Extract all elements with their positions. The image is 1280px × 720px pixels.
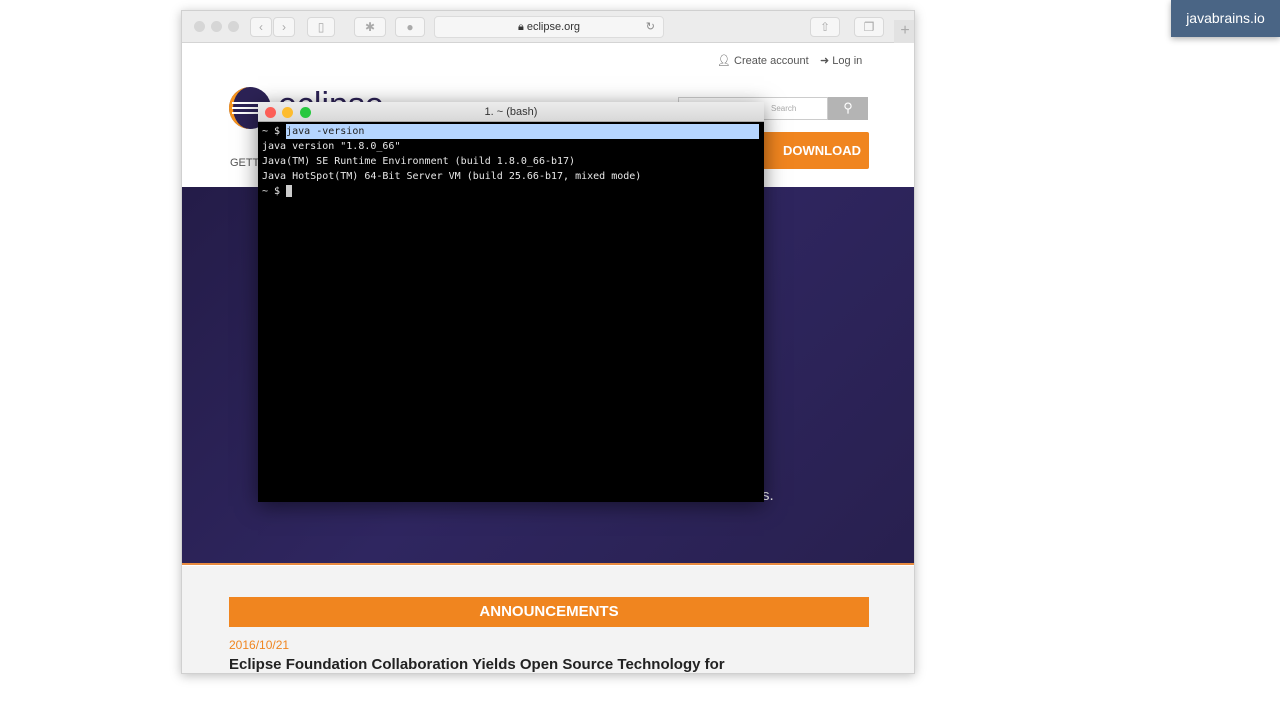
- log-in-link[interactable]: ➜ Log in: [820, 54, 862, 67]
- search-button[interactable]: ⚲: [828, 97, 868, 120]
- news-date: 2016/10/21: [229, 638, 290, 652]
- address-bar[interactable]: 🔒︎ eclipse.org ↻: [434, 16, 664, 38]
- output-line: Java HotSpot(TM) 64-Bit Server VM (build…: [262, 171, 642, 182]
- news-headline[interactable]: Eclipse Foundation Collaboration Yields …: [229, 656, 725, 673]
- terminal-window[interactable]: 1. ~ (bash) ~ $ java -version java versio…: [258, 102, 764, 502]
- terminal-minimize-button[interactable]: [282, 107, 293, 118]
- selected-command: java -version: [286, 124, 760, 139]
- cursor: [286, 185, 293, 197]
- create-account-link[interactable]: 👤︎ Create account: [717, 54, 809, 67]
- output-line: java version "1.8.0_66": [262, 141, 401, 152]
- command-line: ~ $ java -version: [262, 124, 760, 139]
- lock-icon: 🔒︎: [517, 21, 527, 33]
- terminal-title: 1. ~ (bash): [484, 106, 538, 118]
- zoom-button[interactable]: [228, 21, 239, 32]
- new-tab-button[interactable]: +: [894, 20, 914, 43]
- terminal-titlebar[interactable]: 1. ~ (bash): [258, 102, 764, 122]
- browser-toolbar: ‹ › ▯ ✱ ● 🔒︎ eclipse.org ↻ ⇧ ❐ +: [182, 11, 914, 43]
- reload-icon[interactable]: ↻: [646, 17, 655, 37]
- terminal-close-button[interactable]: [265, 107, 276, 118]
- output-line: Java(TM) SE Runtime Environment (build 1…: [262, 156, 576, 167]
- privacy-icon[interactable]: ●: [395, 17, 425, 37]
- watermark-badge: javabrains.io: [1171, 0, 1280, 37]
- close-button[interactable]: [194, 21, 205, 32]
- extension-icon[interactable]: ✱: [354, 17, 386, 37]
- terminal-output[interactable]: ~ $ java -version java version "1.8.0_66"…: [262, 124, 760, 199]
- user-icon: 👤︎: [717, 55, 735, 67]
- search-icon: ⚲: [843, 100, 853, 115]
- minimize-button[interactable]: [211, 21, 222, 32]
- login-icon: ➜: [820, 55, 833, 67]
- tabs-icon[interactable]: ❐: [854, 17, 884, 37]
- forward-button[interactable]: ›: [273, 17, 295, 37]
- getting-started-link[interactable]: GETT: [230, 157, 259, 169]
- prompt-line: ~ $: [262, 184, 760, 199]
- sidebar-icon[interactable]: ▯: [307, 17, 335, 37]
- announcements-heading: ANNOUNCEMENTS: [229, 597, 869, 627]
- share-icon[interactable]: ⇧: [810, 17, 840, 37]
- back-button[interactable]: ‹: [250, 17, 272, 37]
- terminal-zoom-button[interactable]: [300, 107, 311, 118]
